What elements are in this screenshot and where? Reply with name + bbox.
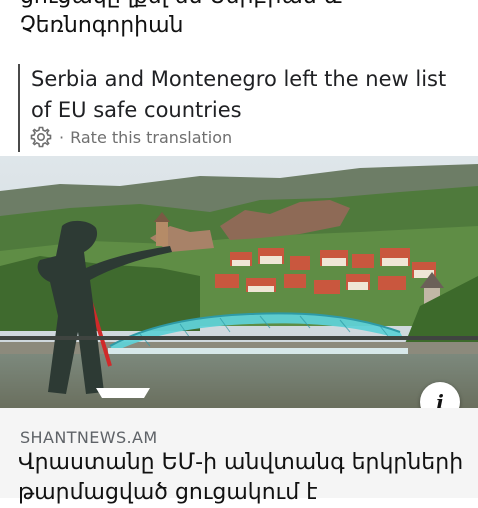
translated-title: Serbia and Montenegro left the new list …: [31, 67, 447, 122]
previous-article-title-line1[interactable]: ցուցակը լքել են Սերբիան և: [20, 0, 342, 9]
gear-icon: [30, 126, 52, 148]
separator-dot: ·: [59, 127, 65, 147]
rate-translation-row[interactable]: · Rate this translation: [29, 124, 232, 150]
news-card-footer[interactable]: SHANTNEWS.AM Վրաստանը ԵՄ-ի անվտանգ երկրն…: [0, 408, 478, 505]
card-headline[interactable]: Վրաստանը ԵՄ-ի անվտանգ երկրների թարմացված…: [18, 448, 468, 508]
source-label: SHANTNEWS.AM: [20, 428, 158, 447]
rate-translation-link[interactable]: Rate this translation: [70, 128, 232, 147]
tbilisi-photo: [0, 156, 478, 408]
translation-block: Serbia and Montenegro left the new list …: [18, 64, 460, 152]
article-image[interactable]: [0, 156, 478, 408]
previous-article-title-line2[interactable]: Չեռնոգորիան: [20, 13, 183, 38]
